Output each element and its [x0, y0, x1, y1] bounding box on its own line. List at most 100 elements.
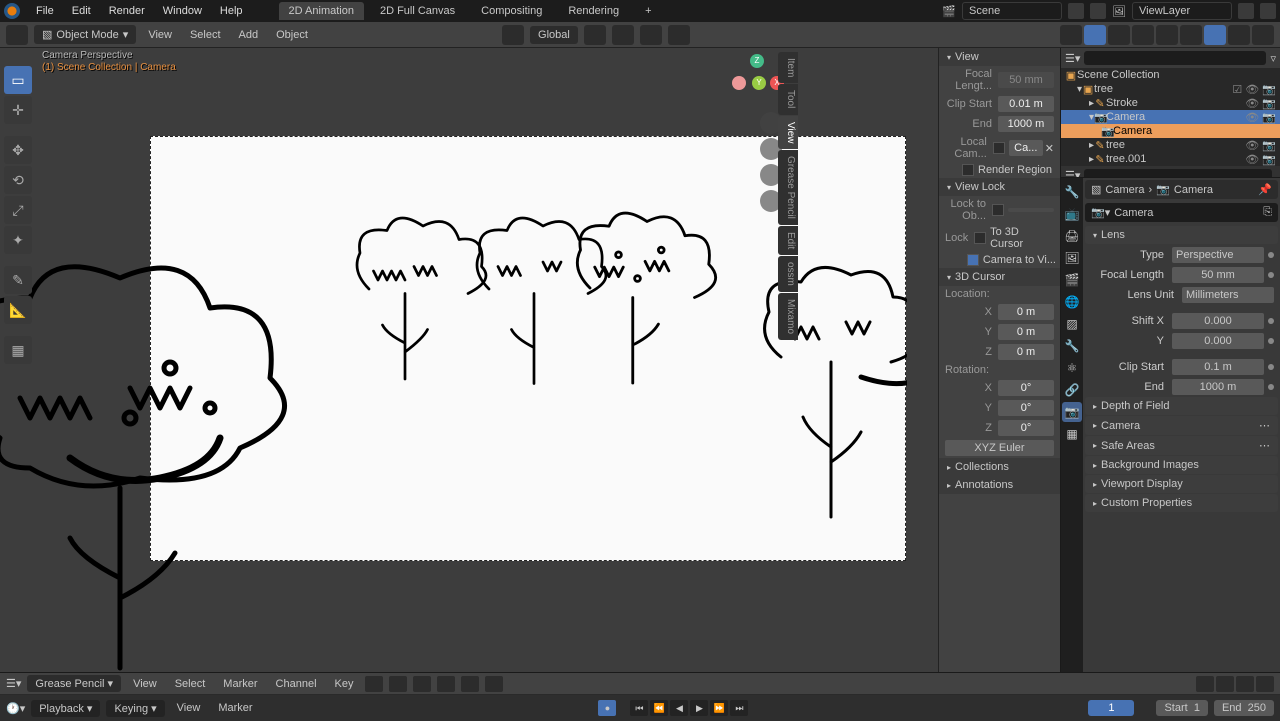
panel-custom-props[interactable]: Custom Properties: [1085, 494, 1278, 512]
menu-file[interactable]: File: [28, 2, 62, 20]
editor-type-icon[interactable]: [6, 25, 28, 45]
workspace-2d-full-canvas[interactable]: 2D Full Canvas: [370, 2, 465, 20]
current-frame-field[interactable]: 1: [1088, 700, 1134, 716]
outliner-filter-search[interactable]: [1084, 169, 1272, 178]
anim-dot[interactable]: [1268, 252, 1274, 258]
shading-rendered-icon[interactable]: [1228, 25, 1250, 45]
camera-to-view-check[interactable]: [967, 254, 979, 266]
panel-safeareas[interactable]: Safe Areas⋯: [1085, 436, 1278, 455]
anim-dot[interactable]: [1268, 318, 1274, 324]
workspace-compositing[interactable]: Compositing: [471, 2, 552, 20]
outliner-row-selected[interactable]: ▾ 📷Camera👁 📷: [1061, 110, 1280, 124]
xray-icon[interactable]: [1132, 25, 1154, 45]
local-cam-check[interactable]: [993, 142, 1005, 154]
proportional-icon[interactable]: [668, 25, 690, 45]
vtab-item[interactable]: Item: [778, 52, 798, 83]
gizmo-z-axis[interactable]: Z: [750, 54, 764, 68]
viewlayer-delete-icon[interactable]: [1260, 3, 1276, 19]
ds-btn5[interactable]: [461, 676, 479, 692]
menu-edit[interactable]: Edit: [64, 2, 99, 20]
tool-scale[interactable]: ⤢: [4, 196, 32, 224]
vtab-ossm[interactable]: ossm: [778, 256, 798, 292]
ptab-physics[interactable]: ⚛: [1062, 358, 1082, 378]
ds-filter4[interactable]: [1256, 676, 1274, 692]
clip-start-field[interactable]: 0.01 m: [998, 96, 1054, 112]
vtab-mixamo[interactable]: Mixamo: [778, 293, 798, 340]
tool-rotate[interactable]: ⟲: [4, 166, 32, 194]
cursor-rotation-mode[interactable]: XYZ Euler: [945, 440, 1054, 456]
pin-icon[interactable]: 📌: [1258, 183, 1272, 196]
lens-unit-dropdown[interactable]: Millimeters: [1182, 287, 1274, 303]
nav-gizmo[interactable]: Z Y X: [730, 54, 784, 108]
jump-end-button[interactable]: ⏭: [730, 700, 748, 716]
ptab-viewlayer[interactable]: 🖼: [1062, 248, 1082, 268]
ptab-tool[interactable]: 🔧: [1062, 182, 1082, 202]
clipend-field[interactable]: 1000 m: [1172, 379, 1264, 395]
outliner-row[interactable]: ▸ ✎tree👁 📷: [1061, 138, 1280, 152]
filter-toggle-icon[interactable]: ☰▾: [1065, 169, 1080, 179]
visibility-icon[interactable]: [1060, 25, 1082, 45]
ptab-camera-data[interactable]: 📷: [1062, 402, 1082, 422]
shading-solid-icon[interactable]: [1180, 25, 1202, 45]
overlay-icon[interactable]: [1108, 25, 1130, 45]
transform-orientation[interactable]: Global: [530, 26, 578, 44]
outliner-row-root[interactable]: ▣Scene Collection: [1061, 68, 1280, 82]
outliner-row[interactable]: ▸ ✎Stroke👁 📷: [1061, 96, 1280, 110]
workspace-add[interactable]: +: [635, 2, 661, 20]
menu-render[interactable]: Render: [101, 2, 153, 20]
npanel-annotations-header[interactable]: Annotations: [939, 476, 1060, 494]
outliner-row-active[interactable]: 📷Camera: [1061, 124, 1280, 138]
anim-dot[interactable]: [1268, 272, 1274, 278]
vtab-view[interactable]: View: [778, 116, 798, 150]
lock-3dcursor-check[interactable]: [974, 232, 986, 244]
anim-dot[interactable]: [1268, 384, 1274, 390]
shading-dropdown-icon[interactable]: [1252, 25, 1274, 45]
header-add[interactable]: Add: [233, 26, 265, 44]
close-icon[interactable]: ✕: [1045, 142, 1054, 155]
datablock-name-field[interactable]: 📷▾Camera ⎘: [1085, 203, 1278, 222]
tool-annotate[interactable]: ✎: [4, 266, 32, 294]
ptab-modifiers[interactable]: 🔧: [1062, 336, 1082, 356]
ds-filter3[interactable]: [1236, 676, 1254, 692]
shading-matprev-icon[interactable]: [1204, 25, 1226, 45]
ds-btn3[interactable]: [413, 676, 431, 692]
ptab-object[interactable]: ▨: [1062, 314, 1082, 334]
panel-bgimages[interactable]: Background Images: [1085, 456, 1278, 474]
shift-y-field[interactable]: 0.000: [1172, 333, 1264, 349]
dopesheet-mode[interactable]: Grease Pencil ▾: [27, 675, 121, 692]
outliner-type-icon[interactable]: ☰▾: [1065, 52, 1080, 65]
mode-selector[interactable]: ▧ Object Mode ▾: [34, 25, 136, 44]
ds-btn6[interactable]: [485, 676, 503, 692]
ds-key[interactable]: Key: [329, 676, 360, 692]
vtab-greasepencil[interactable]: Grease Pencil: [778, 150, 798, 225]
local-cam-field[interactable]: Ca...: [1009, 140, 1043, 156]
ptab-render[interactable]: 📺: [1062, 204, 1082, 224]
keying-dropdown[interactable]: Keying ▾: [106, 700, 164, 717]
cursor-x-field[interactable]: 0 m: [998, 304, 1054, 320]
ptab-constraints[interactable]: 🔗: [1062, 380, 1082, 400]
keyframe-next-button[interactable]: ⏩: [710, 700, 728, 716]
filter-icon[interactable]: ▿: [1270, 52, 1276, 65]
3d-viewport[interactable]: ▭ ✛ ✥ ⟲ ⤢ ✦ ✎ 📐 ▦ Camera Perspective (1)…: [0, 48, 938, 672]
workspace-rendering[interactable]: Rendering: [558, 2, 629, 20]
panel-camera[interactable]: Camera⋯: [1085, 416, 1278, 435]
end-frame-field[interactable]: End 250: [1214, 700, 1274, 716]
gizmo-toggle-icon[interactable]: [1084, 25, 1106, 45]
ptab-scene[interactable]: 🎬: [1062, 270, 1082, 290]
tool-select-box[interactable]: ▭: [4, 66, 32, 94]
outliner-row[interactable]: ▸ ✎tree.001👁 📷: [1061, 152, 1280, 166]
npanel-3dcursor-header[interactable]: 3D Cursor: [939, 268, 1060, 286]
lens-type-dropdown[interactable]: Perspective: [1172, 247, 1264, 263]
tl-marker[interactable]: Marker: [212, 700, 258, 716]
scene-new-icon[interactable]: [1068, 3, 1084, 19]
list-icon[interactable]: ⋯: [1259, 439, 1270, 452]
cursor-rz-field[interactable]: 0°: [998, 420, 1054, 436]
shading-wire-icon[interactable]: [1156, 25, 1178, 45]
scene-selector[interactable]: Scene: [962, 2, 1062, 20]
ds-channel[interactable]: Channel: [270, 676, 323, 692]
panel-dof[interactable]: Depth of Field: [1085, 397, 1278, 415]
clipstart-field[interactable]: 0.1 m: [1172, 359, 1264, 375]
lock-to-ob-field[interactable]: [992, 204, 1004, 216]
ds-btn2[interactable]: [389, 676, 407, 692]
outliner-search[interactable]: [1084, 51, 1266, 65]
